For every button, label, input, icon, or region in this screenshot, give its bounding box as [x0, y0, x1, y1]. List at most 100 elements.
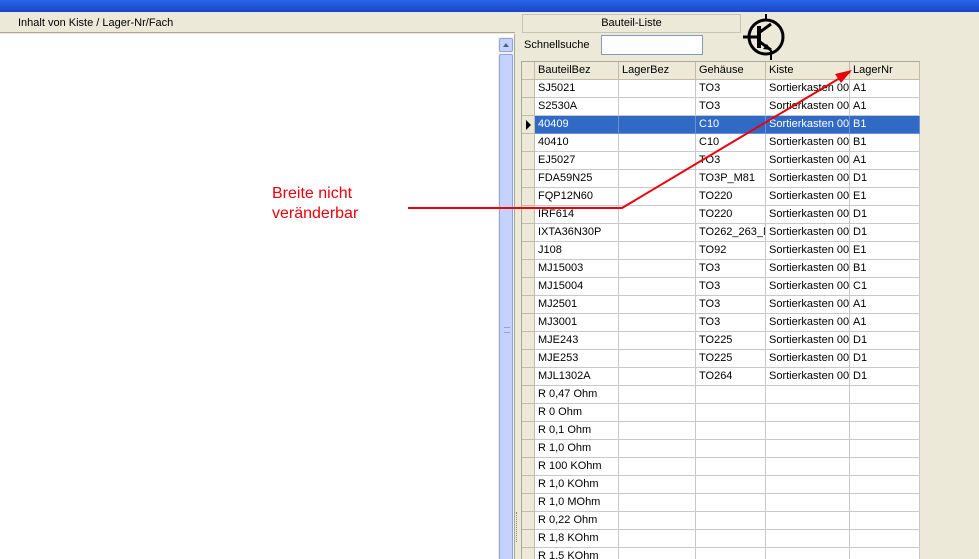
row-selector[interactable]: [522, 332, 535, 350]
row-selector[interactable]: [522, 296, 535, 314]
row-selector[interactable]: [522, 278, 535, 296]
row-selector[interactable]: [522, 224, 535, 242]
cell-lager-nr[interactable]: [850, 548, 920, 559]
cell-lager-nr[interactable]: [850, 386, 920, 404]
cell-kiste[interactable]: Sortierkasten 00: [766, 206, 850, 224]
table-row[interactable]: MJ15004 TO3 Sortierkasten 00 C1: [522, 278, 920, 296]
cell-lager-nr[interactable]: B1: [850, 116, 920, 134]
table-row[interactable]: J108 TO92 Sortierkasten 00 E1: [522, 242, 920, 260]
row-selector[interactable]: [522, 404, 535, 422]
cell-bauteil-bez[interactable]: MJE243: [535, 332, 619, 350]
cell-lager-bez[interactable]: [619, 278, 696, 296]
cell-lager-nr[interactable]: [850, 422, 920, 440]
cell-gehaeuse[interactable]: TO220: [696, 188, 766, 206]
cell-bauteil-bez[interactable]: J108: [535, 242, 619, 260]
row-selector[interactable]: [522, 368, 535, 386]
cell-gehaeuse[interactable]: TO225: [696, 332, 766, 350]
table-row[interactable]: R 0 Ohm: [522, 404, 920, 422]
row-selector[interactable]: [522, 350, 535, 368]
cell-bauteil-bez[interactable]: MJ2501: [535, 296, 619, 314]
table-row[interactable]: MJ15003 TO3 Sortierkasten 00 B1: [522, 260, 920, 278]
table-row[interactable]: 40410 C10 Sortierkasten 00 B1: [522, 134, 920, 152]
cell-bauteil-bez[interactable]: R 1,8 KOhm: [535, 530, 619, 548]
cell-lager-nr[interactable]: E1: [850, 242, 920, 260]
cell-gehaeuse[interactable]: [696, 386, 766, 404]
cell-lager-bez[interactable]: [619, 350, 696, 368]
cell-bauteil-bez[interactable]: 40409: [535, 116, 619, 134]
cell-lager-bez[interactable]: [619, 242, 696, 260]
cell-kiste[interactable]: Sortierkasten 00: [766, 314, 850, 332]
cell-gehaeuse[interactable]: [696, 512, 766, 530]
row-selector[interactable]: [522, 458, 535, 476]
cell-gehaeuse[interactable]: TO3P_M81: [696, 170, 766, 188]
cell-bauteil-bez[interactable]: SJ5021: [535, 80, 619, 98]
cell-kiste[interactable]: [766, 458, 850, 476]
row-selector[interactable]: [522, 170, 535, 188]
table-row[interactable]: MJ2501 TO3 Sortierkasten 00 A1: [522, 296, 920, 314]
row-selector[interactable]: [522, 134, 535, 152]
cell-kiste[interactable]: [766, 422, 850, 440]
cell-lager-bez[interactable]: [619, 98, 696, 116]
cell-bauteil-bez[interactable]: IRF614: [535, 206, 619, 224]
row-selector[interactable]: [522, 440, 535, 458]
cell-gehaeuse[interactable]: TO3: [696, 152, 766, 170]
cell-lager-nr[interactable]: E1: [850, 188, 920, 206]
cell-lager-nr[interactable]: [850, 404, 920, 422]
cell-lager-nr[interactable]: [850, 440, 920, 458]
column-header-lager-nr[interactable]: LagerNr: [850, 62, 920, 80]
cell-kiste[interactable]: Sortierkasten 00: [766, 152, 850, 170]
cell-lager-nr[interactable]: B1: [850, 260, 920, 278]
cell-bauteil-bez[interactable]: R 0 Ohm: [535, 404, 619, 422]
cell-bauteil-bez[interactable]: S2530A: [535, 98, 619, 116]
cell-lager-nr[interactable]: D1: [850, 350, 920, 368]
cell-gehaeuse[interactable]: [696, 476, 766, 494]
row-selector[interactable]: [522, 494, 535, 512]
cell-gehaeuse[interactable]: TO92: [696, 242, 766, 260]
cell-bauteil-bez[interactable]: FQP12N60: [535, 188, 619, 206]
cell-gehaeuse[interactable]: [696, 494, 766, 512]
table-row[interactable]: FQP12N60 TO220 Sortierkasten 00 E1: [522, 188, 920, 206]
cell-lager-bez[interactable]: [619, 296, 696, 314]
cell-lager-bez[interactable]: [619, 494, 696, 512]
cell-bauteil-bez[interactable]: EJ5027: [535, 152, 619, 170]
cell-lager-nr[interactable]: A1: [850, 296, 920, 314]
table-row[interactable]: R 1,5 KOhm: [522, 548, 920, 559]
cell-lager-bez[interactable]: [619, 116, 696, 134]
cell-lager-nr[interactable]: D1: [850, 170, 920, 188]
cell-gehaeuse[interactable]: [696, 422, 766, 440]
cell-lager-bez[interactable]: [619, 386, 696, 404]
cell-lager-bez[interactable]: [619, 530, 696, 548]
table-row[interactable]: S2530A TO3 Sortierkasten 00 A1: [522, 98, 920, 116]
cell-lager-nr[interactable]: A1: [850, 80, 920, 98]
cell-gehaeuse[interactable]: C10: [696, 116, 766, 134]
cell-gehaeuse[interactable]: [696, 530, 766, 548]
cell-gehaeuse[interactable]: TO3: [696, 98, 766, 116]
cell-bauteil-bez[interactable]: 40410: [535, 134, 619, 152]
cell-kiste[interactable]: Sortierkasten 00: [766, 188, 850, 206]
column-header-lager-bez[interactable]: LagerBez: [619, 62, 696, 80]
cell-gehaeuse[interactable]: TO3: [696, 314, 766, 332]
cell-kiste[interactable]: Sortierkasten 00: [766, 350, 850, 368]
row-selector[interactable]: [522, 386, 535, 404]
cell-gehaeuse[interactable]: TO3: [696, 260, 766, 278]
cell-lager-bez[interactable]: [619, 80, 696, 98]
cell-lager-bez[interactable]: [619, 188, 696, 206]
table-row[interactable]: R 1,8 KOhm: [522, 530, 920, 548]
cell-lager-bez[interactable]: [619, 476, 696, 494]
cell-kiste[interactable]: [766, 476, 850, 494]
cell-kiste[interactable]: Sortierkasten 00: [766, 260, 850, 278]
cell-bauteil-bez[interactable]: FDA59N25: [535, 170, 619, 188]
left-panel-scrollbar[interactable]: [498, 37, 514, 559]
cell-gehaeuse[interactable]: TO3: [696, 80, 766, 98]
cell-lager-bez[interactable]: [619, 260, 696, 278]
cell-kiste[interactable]: Sortierkasten 00: [766, 116, 850, 134]
row-selector[interactable]: [522, 530, 535, 548]
cell-gehaeuse[interactable]: TO264: [696, 368, 766, 386]
cell-bauteil-bez[interactable]: MJ15004: [535, 278, 619, 296]
cell-bauteil-bez[interactable]: R 1,0 KOhm: [535, 476, 619, 494]
cell-lager-nr[interactable]: [850, 530, 920, 548]
cell-bauteil-bez[interactable]: R 1,0 Ohm: [535, 440, 619, 458]
cell-kiste[interactable]: [766, 440, 850, 458]
row-selector[interactable]: [522, 152, 535, 170]
table-row[interactable]: IXTA36N30P TO262_263_M Sortierkasten 00 D1: [522, 224, 920, 242]
